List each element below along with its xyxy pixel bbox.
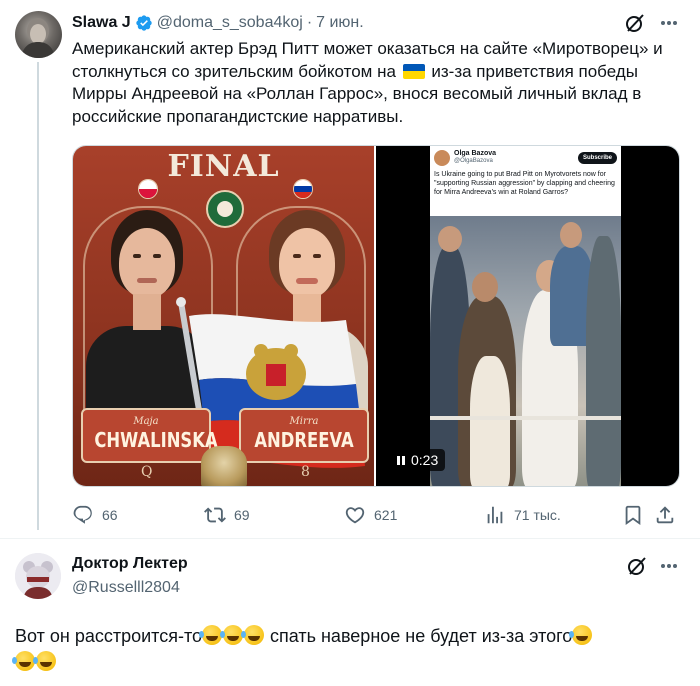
reply-avatar[interactable] [15, 553, 61, 599]
coat-of-arms-icon [246, 344, 306, 400]
russia-flag-icon [293, 179, 313, 199]
divider [0, 538, 700, 539]
author-avatar[interactable] [15, 11, 62, 58]
like-count: 621 [374, 507, 398, 523]
video-duration-badge[interactable]: 0:23 [390, 449, 446, 471]
bookmark-icon [625, 505, 641, 526]
retweet-icon [204, 507, 226, 523]
rofl-emoji-icon [199, 625, 222, 645]
avatar-portrait [21, 18, 55, 58]
final-photo[interactable]: FINAL Maja CHWALINSKA Mirra ANDREEVA Q 8 [73, 146, 374, 486]
reply-avatar-image [15, 553, 61, 599]
heart-icon [345, 507, 365, 524]
final-title: FINAL [167, 149, 280, 184]
tweet-actions: 66 69 621 71 тыс. [72, 502, 684, 528]
poland-flag-icon [138, 179, 158, 199]
video-frame-crowd [430, 216, 621, 486]
embedded-author-name: Olga Bazova [454, 150, 497, 157]
embedded-avatar [434, 150, 450, 166]
retweet-count: 69 [234, 507, 250, 523]
right-player-last-name: ANDREEVA [254, 428, 354, 452]
author-name[interactable]: Slawa J [72, 14, 131, 32]
reply-count: 66 [102, 507, 118, 523]
views-icon [487, 506, 503, 524]
left-player-first-name: Maja [133, 416, 159, 427]
reply-more-icon[interactable] [658, 555, 680, 577]
right-player-first-name: Mirra [289, 416, 319, 427]
reply-icon [73, 505, 92, 524]
roland-garros-logo-icon [206, 190, 244, 228]
reply-button[interactable]: 66 [72, 502, 118, 528]
right-player-plate: Mirra ANDREEVA [239, 408, 369, 463]
left-player-plate: Maja CHWALINSKA [81, 408, 218, 463]
reply-author-name[interactable]: Доктор Лектер [72, 555, 188, 573]
author-handle[interactable]: @doma_s_soba4koj [157, 14, 303, 32]
reply-author-handle[interactable]: @Russelll2804 [72, 579, 180, 597]
more-icon[interactable] [658, 12, 680, 34]
share-icon [656, 506, 674, 524]
rofl-emoji-icon [220, 625, 243, 645]
trophy-icon [201, 446, 247, 486]
embedded-tweet-screenshot: Olga Bazova @OlgaBazova Subscribe Is Ukr… [430, 146, 621, 216]
separator-dot: · [306, 14, 313, 31]
embedded-subscribe-button: Subscribe [577, 152, 617, 164]
right-seed: 8 [301, 464, 310, 480]
pause-icon[interactable] [397, 455, 405, 465]
reply-text-part2: спать наверное не будет из-за этого [265, 626, 573, 646]
verified-badge-icon [135, 14, 153, 32]
share-button[interactable] [654, 502, 676, 528]
left-seed: Q [141, 464, 153, 480]
tweet-date[interactable]: 7 июн. [316, 14, 364, 32]
reply-grok-icon[interactable] [626, 555, 648, 577]
embedded-author-handle: @OlgaBazova [454, 158, 493, 164]
like-button[interactable]: 621 [344, 502, 397, 528]
reply-text-part1: Вот он расстроится-то [15, 626, 202, 646]
tweet-media[interactable]: FINAL Maja CHWALINSKA Mirra ANDREEVA Q 8… [72, 145, 680, 487]
video-player[interactable]: Olga Bazova @OlgaBazova Subscribe Is Ukr… [376, 146, 679, 486]
tweet-text: Американский актер Брэд Питт может оказа… [72, 38, 684, 128]
reply-text: Вот он расстроится-то спать наверное не … [12, 623, 685, 675]
grok-icon[interactable] [624, 12, 646, 34]
video-duration: 0:23 [411, 452, 439, 468]
rofl-emoji-icon [33, 651, 56, 671]
retweet-button[interactable]: 69 [204, 502, 250, 528]
rofl-emoji-icon [569, 625, 593, 645]
tweet-header: Slawa J @doma_s_soba4koj · 7 июн. [72, 12, 364, 34]
embedded-tweet-text: Is Ukraine going to put Brad Pitt on Myr… [434, 171, 615, 196]
left-player-last-name: CHWALINSKA [94, 428, 218, 452]
rofl-emoji-icon [241, 625, 264, 645]
view-count: 71 тыс. [514, 507, 561, 523]
bookmark-button[interactable] [622, 502, 644, 528]
ukraine-flag-icon [402, 63, 425, 79]
thread-line [37, 62, 39, 530]
views-button[interactable]: 71 тыс. [484, 502, 561, 528]
rofl-emoji-icon [12, 651, 35, 671]
